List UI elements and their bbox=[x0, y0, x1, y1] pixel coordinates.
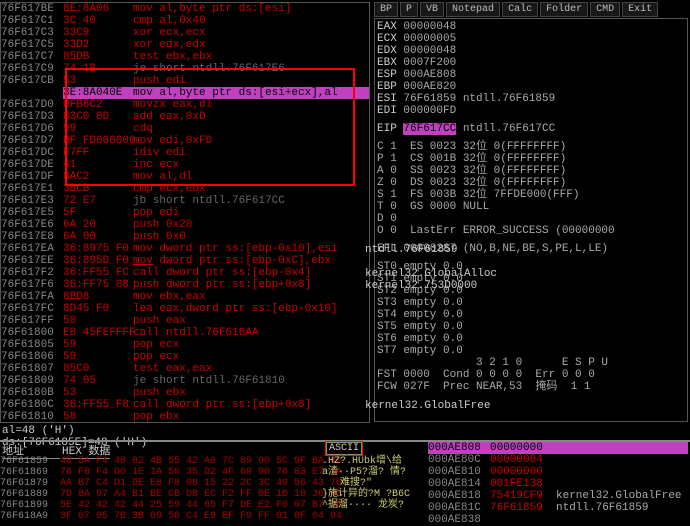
disasm-row[interactable]: 76F617E372 E7jb short ntdll.76F617CC bbox=[1, 195, 369, 207]
disasm-row[interactable]: 76F617E86A 00push 0x0 bbox=[1, 231, 369, 243]
disasm-row[interactable]: 76F617FC8D45 F0lea eax,dword ptr ss:[ebp… bbox=[1, 303, 369, 315]
stack-row[interactable]: 000AE814001FE138 bbox=[428, 478, 688, 490]
disasm-row[interactable]: 76F6180C36:FF55 F8call dword ptr ss:[ebp… bbox=[1, 399, 369, 411]
tab-bp[interactable]: BP bbox=[374, 2, 398, 17]
tab-notepad[interactable]: Notepad bbox=[446, 2, 500, 17]
tab-cmd[interactable]: CMD bbox=[590, 2, 620, 17]
hex-row[interactable]: 76F6186976 F8 F4 D0 1E 1A 50 35 D2 4F 69… bbox=[0, 467, 422, 478]
disasm-row[interactable]: 76F617D383C0 0Dadd eax,0xD bbox=[1, 111, 369, 123]
stack-row[interactable]: 000AE81C76F61859ntdll.76F61859 bbox=[428, 502, 688, 514]
stack-row[interactable]: 000AE80C00000004 bbox=[428, 454, 688, 466]
disasm-row[interactable]: 76F617D00FB6C2movzx eax,dl bbox=[1, 99, 369, 111]
api-label: ntdll.76F61859 bbox=[365, 244, 457, 256]
api-label: kernel32.GlobalAlloc bbox=[365, 268, 497, 280]
registers-pane[interactable]: EAX 00000048ECX 00000005EDX 00000048EBX … bbox=[374, 18, 688, 422]
hex-dump-pane[interactable]: 76F6185948 5A F4 48 02 4B 55 42 A0 7C 89… bbox=[0, 456, 422, 522]
disasm-row[interactable]: 76F617FF50push eax bbox=[1, 315, 369, 327]
tab-folder[interactable]: Folder bbox=[540, 2, 588, 17]
tab-vb[interactable]: VB bbox=[420, 2, 444, 17]
disasm-row[interactable]: 76F6181058pop ebx bbox=[1, 411, 369, 423]
disasm-row[interactable]: 76F617E66A 20push 0x20 bbox=[1, 219, 369, 231]
hex-row[interactable]: 76F61879AA B7 C4 D1 DE E8 F8 08 15 22 2C… bbox=[0, 478, 422, 489]
ascii-header: ASCII bbox=[326, 442, 362, 455]
hex-row[interactable]: 76F618995E 42 42 42 44 25 59 44 65 F7 DE… bbox=[0, 500, 422, 511]
disasm-row[interactable]: 76F617CB53push edi bbox=[1, 75, 369, 87]
disasm-row[interactable]: 76F617C974 1Bje short ntdll.76F617E6 bbox=[1, 63, 369, 75]
disasm-row[interactable]: 76F617E55Fpop edi bbox=[1, 207, 369, 219]
disasm-row[interactable]: 76F617DE41inc ecx bbox=[1, 159, 369, 171]
stack-row[interactable]: 000AE81875419CF9kernel32.GlobalFree bbox=[428, 490, 688, 502]
stack-row[interactable]: 000AE838 bbox=[428, 514, 688, 526]
tab-exit[interactable]: Exit bbox=[622, 2, 658, 17]
disasm-row[interactable]: 76F6180659pop ecx bbox=[1, 351, 369, 363]
hex-row[interactable]: 76F6185948 5A F4 48 02 4B 55 42 A0 7C 89… bbox=[0, 456, 422, 467]
disasm-row[interactable]: 76F617C333C9xor ecx,ecx bbox=[1, 27, 369, 39]
disasm-row[interactable]: 76F617EA36:8975 F0mov dword ptr ss:[ebp-… bbox=[1, 243, 369, 255]
disassembly-pane[interactable]: 76F617BE8E:8A06mov al,byte ptr ds:[esi]7… bbox=[0, 2, 370, 423]
disasm-row[interactable]: 76F617C13C 40cmp al,0x40 bbox=[1, 15, 369, 27]
disasm-row[interactable]: 76F617EE36:895D F0mov dword ptr ss:[ebp-… bbox=[1, 255, 369, 267]
disasm-row[interactable]: 76F617D7BF FD000000mov edi,0xFD bbox=[1, 135, 369, 147]
disasm-row[interactable]: 76F617DCF7FFidiv edi bbox=[1, 147, 369, 159]
api-label: kernel32.753D0000 bbox=[365, 280, 477, 292]
disasm-row[interactable]: 76F6180B53push ebx bbox=[1, 387, 369, 399]
tab-calc[interactable]: Calc bbox=[502, 2, 538, 17]
disasm-row[interactable]: 76F6180785C0test eax,eax bbox=[1, 363, 369, 375]
disasm-row[interactable]: 76F617CC3E:8A040Emov al,byte ptr ds:[esi… bbox=[1, 87, 369, 99]
disasm-row[interactable]: 76F617D699cdq bbox=[1, 123, 369, 135]
disasm-row[interactable]: 76F6180559pop ecx bbox=[1, 339, 369, 351]
disasm-row[interactable]: 76F617BE8E:8A06mov al,byte ptr ds:[esi] bbox=[1, 3, 369, 15]
stack-row[interactable]: 000AE80800000000 bbox=[428, 442, 688, 454]
tab-p[interactable]: P bbox=[400, 2, 418, 17]
disasm-row[interactable]: 76F617F236:FF55 FCcall dword ptr ss:[ebp… bbox=[1, 267, 369, 279]
disasm-row[interactable]: 76F617E13BCBcmp ecx,ebx bbox=[1, 183, 369, 195]
hex-row[interactable]: 76F618A93F 67 05 7B 3B 69 56 C4 E9 EF F9… bbox=[0, 511, 422, 522]
api-label: kernel32.GlobalFree bbox=[365, 400, 490, 412]
disasm-row[interactable]: 76F617DF8AC2mov al,dl bbox=[1, 171, 369, 183]
stack-row[interactable]: 000AE81000000000 bbox=[428, 466, 688, 478]
disasm-row[interactable]: 76F6180974 05je short ntdll.76F61810 bbox=[1, 375, 369, 387]
hex-row[interactable]: 76F618897D 8A 97 A4 B1 BE CB D8 EC F2 FF… bbox=[0, 489, 422, 500]
disasm-row[interactable]: 76F617C785DBtest ebx,ebx bbox=[1, 51, 369, 63]
toolbar-tabs: BPPVBNotepadCalcFolderCMDExit bbox=[374, 2, 658, 17]
disasm-row[interactable]: 76F617F636:FF75 08push dword ptr ss:[ebp… bbox=[1, 279, 369, 291]
disasm-row[interactable]: 76F617FA8BD8mov ebx,eax bbox=[1, 291, 369, 303]
stack-pane[interactable]: 000AE80800000000000AE80C00000004000AE810… bbox=[428, 442, 688, 526]
disasm-row[interactable]: 76F617C533D2xor edx,edx bbox=[1, 39, 369, 51]
disasm-row[interactable]: 76F61800E8 45FEFFFFcall ntdll.76F616AA bbox=[1, 327, 369, 339]
